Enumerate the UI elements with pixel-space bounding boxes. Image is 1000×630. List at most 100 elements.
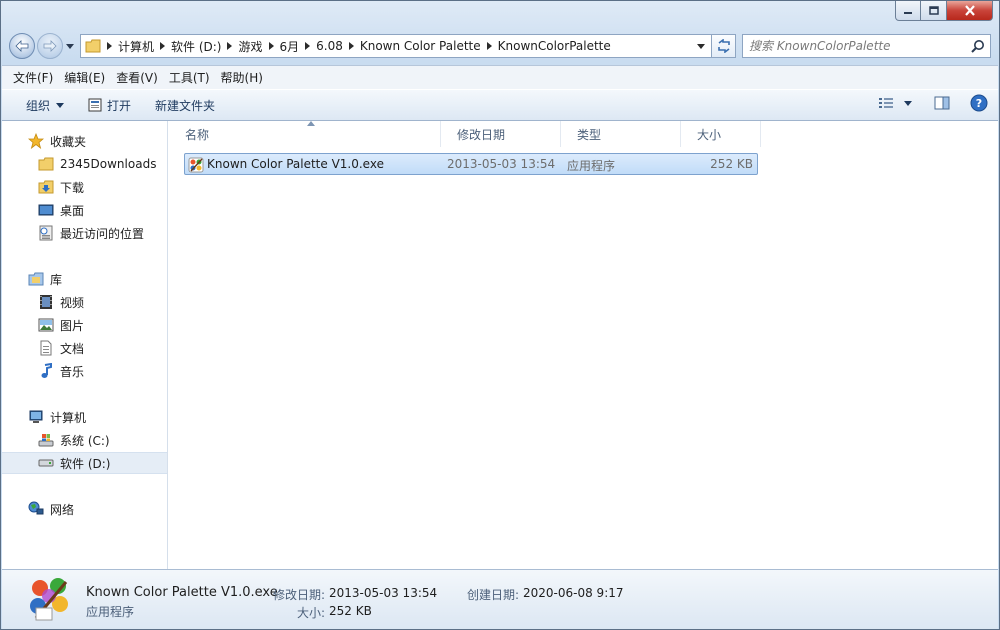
music-note-icon	[38, 363, 54, 379]
refresh-icon	[717, 39, 730, 53]
details-modified-label: 修改日期:	[273, 588, 326, 602]
menu-file[interactable]: 文件(F)	[8, 69, 58, 86]
view-list-icon	[879, 98, 893, 108]
minimize-icon	[904, 11, 912, 14]
breadcrumb-computer[interactable]: 计算机	[118, 38, 154, 55]
column-header-type[interactable]: 类型	[561, 121, 681, 147]
search-input[interactable]	[749, 39, 959, 53]
breadcrumb-june[interactable]: 6月	[280, 38, 300, 55]
details-modified-value: 2013-05-03 13:54	[329, 586, 438, 600]
menu-help[interactable]: 帮助(H)	[216, 69, 268, 86]
search-box[interactable]	[742, 34, 991, 58]
system-drive-icon	[38, 432, 54, 448]
command-bar: 组织 打开 新建文件夹 ?	[2, 89, 998, 121]
nav-item-label: 系统 (C:)	[60, 433, 110, 448]
maximize-button[interactable]	[921, 1, 947, 21]
preview-pane-icon	[934, 96, 950, 110]
column-header-modified[interactable]: 修改日期	[441, 121, 561, 147]
recent-pages-dropdown[interactable]	[64, 43, 76, 49]
nav-item-drive-d[interactable]: 软件 (D:)	[2, 452, 167, 474]
palette-app-large-icon	[26, 574, 74, 625]
computer-icon	[28, 409, 44, 425]
preview-pane-button[interactable]	[934, 96, 950, 110]
breadcrumb-separator-icon[interactable]	[305, 42, 311, 50]
open-button[interactable]: 打开	[76, 93, 143, 117]
back-button[interactable]	[9, 33, 35, 59]
column-header-size[interactable]: 大小	[681, 121, 761, 147]
navigation-pane: 收藏夹 2345Downloads 下载 桌面 最近访问的位置 库 视频 图片 …	[2, 121, 168, 569]
nav-item-downloads[interactable]: 下载	[2, 176, 167, 198]
breadcrumb-separator-icon[interactable]	[107, 42, 112, 50]
minimize-button[interactable]	[895, 1, 921, 21]
file-name: Known Color Palette V1.0.exe	[207, 157, 384, 171]
column-name-label: 名称	[185, 127, 210, 142]
breadcrumb-games[interactable]: 游戏	[238, 38, 262, 55]
open-label: 打开	[107, 98, 132, 113]
breadcrumb-date-folder[interactable]: 6.08	[316, 39, 343, 53]
pictures-icon	[38, 317, 54, 333]
nav-computer-label: 计算机	[50, 410, 87, 425]
document-icon	[38, 340, 54, 356]
nav-item-2345downloads[interactable]: 2345Downloads	[2, 153, 167, 175]
menu-tools[interactable]: 工具(T)	[164, 69, 215, 86]
help-button[interactable]: ?	[970, 94, 988, 112]
change-view-button[interactable]	[878, 96, 912, 110]
folder-icon	[38, 156, 54, 172]
downloads-folder-icon	[38, 179, 54, 195]
column-size-label: 大小	[697, 127, 722, 142]
menu-bar: 文件(F) 编辑(E) 查看(V) 工具(T) 帮助(H)	[2, 65, 998, 89]
details-size-value: 252 KB	[329, 604, 372, 618]
menu-view[interactable]: 查看(V)	[111, 69, 163, 86]
breadcrumb-separator-icon[interactable]	[486, 42, 492, 50]
forward-button[interactable]	[37, 33, 63, 59]
help-icon: ?	[970, 94, 988, 112]
open-icon	[88, 98, 102, 112]
breadcrumb-current-folder[interactable]: KnownColorPalette	[498, 39, 611, 53]
breadcrumb-drive-d[interactable]: 软件 (D:)	[171, 38, 221, 55]
nav-item-desktop[interactable]: 桌面	[2, 199, 167, 221]
new-folder-button[interactable]: 新建文件夹	[143, 93, 227, 117]
nav-item-music[interactable]: 音乐	[2, 360, 167, 382]
breadcrumb-separator-icon[interactable]	[227, 42, 233, 50]
breadcrumb-separator-icon[interactable]	[160, 42, 166, 50]
nav-libraries[interactable]: 库	[2, 268, 167, 290]
nav-favorites[interactable]: 收藏夹	[2, 130, 167, 152]
nav-item-drive-c[interactable]: 系统 (C:)	[2, 429, 167, 451]
breadcrumb-separator-icon[interactable]	[268, 42, 274, 50]
star-icon	[28, 133, 44, 149]
breadcrumb-separator-icon[interactable]	[348, 42, 354, 50]
nav-network[interactable]: 网络	[2, 498, 167, 520]
menu-edit[interactable]: 编辑(E)	[59, 69, 110, 86]
details-size-label: 大小:	[297, 606, 326, 620]
file-row[interactable]: Known Color Palette V1.0.exe 2013-05-03 …	[184, 153, 758, 175]
nav-item-label: 2345Downloads	[60, 157, 157, 171]
sort-ascending-icon	[307, 121, 315, 126]
new-folder-label: 新建文件夹	[155, 98, 216, 113]
nav-item-documents[interactable]: 文档	[2, 337, 167, 359]
nav-favorites-label: 收藏夹	[50, 134, 87, 149]
organize-button[interactable]: 组织	[14, 93, 76, 117]
details-pane: Known Color Palette V1.0.exe 应用程序 修改日期: …	[2, 569, 998, 629]
refresh-button[interactable]	[712, 34, 736, 58]
nav-item-videos[interactable]: 视频	[2, 291, 167, 313]
file-modified: 2013-05-03 13:54	[447, 157, 556, 171]
column-header-name[interactable]: 名称	[169, 121, 441, 147]
details-created-value: 2020-06-08 9:17	[523, 586, 624, 600]
search-icon[interactable]	[971, 39, 985, 53]
details-created-label: 创建日期:	[467, 588, 520, 602]
window-controls	[895, 1, 993, 21]
close-button[interactable]	[947, 1, 993, 21]
nav-item-recent-places[interactable]: 最近访问的位置	[2, 222, 167, 244]
breadcrumb-known-color-palette[interactable]: Known Color Palette	[360, 39, 481, 53]
organize-label: 组织	[26, 98, 51, 113]
close-icon	[964, 5, 975, 16]
nav-computer[interactable]: 计算机	[2, 406, 167, 428]
recent-places-icon	[38, 225, 54, 241]
content-area: 收藏夹 2345Downloads 下载 桌面 最近访问的位置 库 视频 图片 …	[2, 121, 998, 569]
nav-item-pictures[interactable]: 图片	[2, 314, 167, 336]
chevron-down-icon	[904, 100, 912, 106]
address-history-dropdown[interactable]	[691, 35, 711, 57]
forward-arrow-icon	[43, 40, 57, 52]
nav-item-label: 文档	[60, 341, 85, 356]
address-bar[interactable]: 计算机 软件 (D:) 游戏 6月 6.08 Known Color Palet…	[80, 34, 712, 58]
